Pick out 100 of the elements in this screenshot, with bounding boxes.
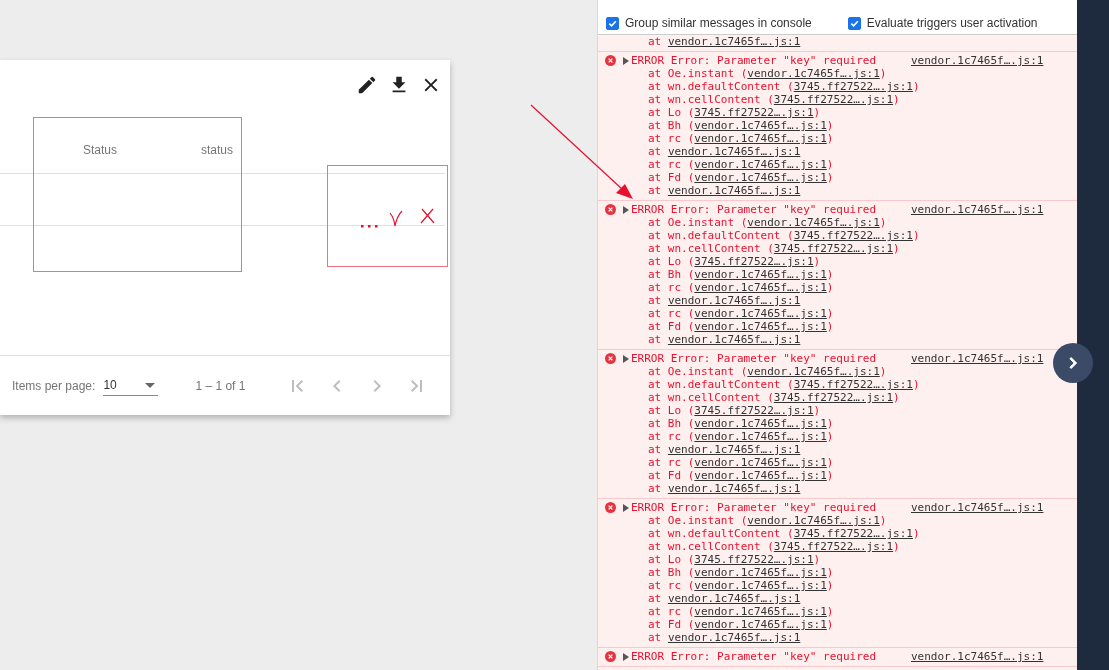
source-link[interactable]: vendor.1c7465f….js:1 — [694, 171, 827, 184]
source-link[interactable]: vendor.1c7465f….js:1 — [667, 482, 801, 495]
source-link[interactable]: 3745.ff27522….js:1 — [694, 553, 814, 566]
source-link[interactable]: vendor.1c7465f….js:1 — [667, 631, 801, 644]
source-link[interactable]: vendor.1c7465f….js:1 — [694, 158, 827, 171]
stack-frame: at vendor.1c7465f….js:1 — [598, 443, 1077, 456]
source-link[interactable]: vendor.1c7465f….js:1 — [694, 579, 827, 592]
stack-frame: at rc (vendor.1c7465f….js:1) — [598, 430, 1077, 443]
stack-frame: at vendor.1c7465f….js:1 — [598, 294, 1077, 307]
error-icon — [605, 55, 616, 66]
error-icon — [605, 502, 616, 513]
source-link[interactable]: vendor.1c7465f….js:1 — [667, 294, 801, 307]
stack-frame: at Bh (vendor.1c7465f….js:1) — [598, 566, 1077, 579]
source-link[interactable]: vendor.1c7465f….js:1 — [911, 54, 1044, 67]
annotation-dots-icon — [361, 224, 379, 228]
source-link[interactable]: vendor.1c7465f….js:1 — [747, 365, 880, 378]
source-link[interactable]: 3745.ff27522….js:1 — [773, 242, 894, 255]
error-icon — [605, 651, 616, 662]
source-link[interactable]: 3745.ff27522….js:1 — [793, 527, 913, 540]
stack-frame: at rc (vendor.1c7465f….js:1) — [598, 579, 1077, 592]
source-link[interactable]: 3745.ff27522….js:1 — [773, 93, 894, 106]
source-link[interactable]: vendor.1c7465f….js:1 — [694, 268, 827, 281]
checkbox[interactable] — [847, 16, 861, 30]
source-link[interactable]: vendor.1c7465f….js:1 — [694, 618, 827, 631]
column-header[interactable]: Status — [83, 143, 201, 157]
source-link[interactable]: vendor.1c7465f….js:1 — [694, 281, 827, 294]
stack-frame: at wn.cellContent (3745.ff27522….js:1) — [598, 93, 1077, 106]
source-link[interactable]: vendor.1c7465f….js:1 — [694, 320, 827, 333]
setting-label: Evaluate triggers user activation — [866, 16, 1038, 30]
stack-frame: at wn.defaultContent (3745.ff27522….js:1) — [598, 229, 1077, 242]
column-header[interactable]: status — [201, 143, 233, 157]
source-link[interactable]: vendor.1c7465f….js:1 — [911, 352, 1044, 365]
stack-frame: at wn.defaultContent (3745.ff27522….js:1) — [598, 80, 1077, 93]
source-link[interactable]: vendor.1c7465f….js:1 — [667, 592, 801, 605]
source-link[interactable]: vendor.1c7465f….js:1 — [694, 119, 827, 132]
source-link[interactable]: vendor.1c7465f….js:1 — [694, 417, 827, 430]
source-link[interactable]: vendor.1c7465f….js:1 — [747, 67, 880, 80]
source-link[interactable]: vendor.1c7465f….js:1 — [667, 184, 801, 197]
page-size-select[interactable]: 10 — [103, 375, 159, 396]
error-message: ERROR Error: Parameter "key" required — [631, 501, 878, 514]
error-icon — [605, 204, 616, 215]
source-link[interactable]: 3745.ff27522….js:1 — [694, 404, 814, 417]
source-link[interactable]: vendor.1c7465f….js:1 — [667, 145, 801, 158]
stack-frame: at wn.cellContent (3745.ff27522….js:1) — [598, 540, 1077, 553]
stack-frame: at vendor.1c7465f….js:1 — [598, 631, 1077, 644]
stack-frame: at Fd (vendor.1c7465f….js:1) — [598, 320, 1077, 333]
source-link[interactable]: 3745.ff27522….js:1 — [694, 255, 814, 268]
stack-frame: at Fd (vendor.1c7465f….js:1) — [598, 618, 1077, 631]
source-link[interactable]: vendor.1c7465f….js:1 — [694, 430, 827, 443]
source-link[interactable]: 3745.ff27522….js:1 — [694, 106, 814, 119]
source-link[interactable]: 3745.ff27522….js:1 — [793, 80, 913, 93]
stack-frame: at wn.defaultContent (3745.ff27522….js:1) — [598, 527, 1077, 540]
stack-frame: at vendor.1c7465f….js:1 — [598, 482, 1077, 495]
source-link[interactable]: vendor.1c7465f….js:1 — [694, 469, 827, 482]
stack-frame: at Oe.instant (vendor.1c7465f….js:1) — [598, 67, 1077, 80]
stack-frame: at Lo (3745.ff27522….js:1) — [598, 553, 1077, 566]
stack-frame: at Bh (vendor.1c7465f….js:1) — [598, 268, 1077, 281]
error-message: ERROR Error: Parameter "key" required — [631, 352, 878, 365]
stack-frame: at Lo (3745.ff27522….js:1) — [598, 255, 1077, 268]
edit-icon[interactable] — [356, 74, 378, 96]
stack-frame: at rc (vendor.1c7465f….js:1) — [598, 307, 1077, 320]
source-link[interactable]: vendor.1c7465f….js:1 — [694, 307, 827, 320]
expand-arrow-icon[interactable] — [623, 205, 629, 214]
source-link[interactable]: vendor.1c7465f….js:1 — [911, 203, 1044, 216]
expand-arrow-icon[interactable] — [623, 503, 629, 512]
stack-frame: at vendor.1c7465f….js:1 — [598, 592, 1077, 605]
check-mark-icon — [389, 210, 403, 227]
stack-frame: at rc (vendor.1c7465f….js:1) — [598, 132, 1077, 145]
source-link[interactable]: vendor.1c7465f….js:1 — [694, 132, 827, 145]
page-range: 1 – 1 of 1 — [195, 378, 246, 393]
source-link[interactable]: vendor.1c7465f….js:1 — [694, 566, 827, 579]
source-link[interactable]: vendor.1c7465f….js:1 — [911, 650, 1044, 663]
stack-frame: at Oe.instant (vendor.1c7465f….js:1) — [598, 514, 1077, 527]
source-link[interactable]: vendor.1c7465f….js:1 — [694, 605, 827, 618]
source-link[interactable]: vendor.1c7465f….js:1 — [667, 443, 801, 456]
stack-frame: at Bh (vendor.1c7465f….js:1) — [598, 119, 1077, 132]
cross-mark-icon — [420, 208, 435, 224]
source-link[interactable]: 3745.ff27522….js:1 — [773, 391, 894, 404]
expand-arrow-icon[interactable] — [623, 354, 629, 363]
caret-icon[interactable] — [145, 382, 156, 388]
stack-frame: at Lo (3745.ff27522….js:1) — [598, 404, 1077, 417]
source-link[interactable]: vendor.1c7465f….js:1 — [911, 501, 1044, 514]
error-message: ERROR Error: Parameter "key" required — [631, 54, 878, 67]
error-message: ERROR Error: Parameter "key" required — [631, 650, 878, 663]
expand-arrow-icon[interactable] — [623, 56, 629, 65]
source-link[interactable]: vendor.1c7465f….js:1 — [747, 216, 880, 229]
source-link[interactable]: vendor.1c7465f….js:1 — [694, 456, 827, 469]
source-link[interactable]: vendor.1c7465f….js:1 — [667, 35, 801, 48]
source-link[interactable]: 3745.ff27522….js:1 — [793, 378, 913, 391]
checkbox[interactable] — [606, 16, 619, 30]
source-link[interactable]: 3745.ff27522….js:1 — [793, 229, 913, 242]
stack-frame: at wn.cellContent (3745.ff27522….js:1) — [598, 391, 1077, 404]
source-link[interactable]: vendor.1c7465f….js:1 — [747, 514, 880, 527]
stack-frame: at vendor.1c7465f….js:1 — [598, 333, 1077, 346]
source-link[interactable]: 3745.ff27522….js:1 — [773, 540, 894, 553]
stack-frame: at wn.cellContent (3745.ff27522….js:1) — [598, 242, 1077, 255]
stack-frame: at rc (vendor.1c7465f….js:1) — [598, 605, 1077, 618]
stack-frame: at rc (vendor.1c7465f….js:1) — [598, 456, 1077, 469]
source-link[interactable]: vendor.1c7465f….js:1 — [667, 333, 801, 346]
expand-arrow-icon[interactable] — [623, 652, 629, 661]
